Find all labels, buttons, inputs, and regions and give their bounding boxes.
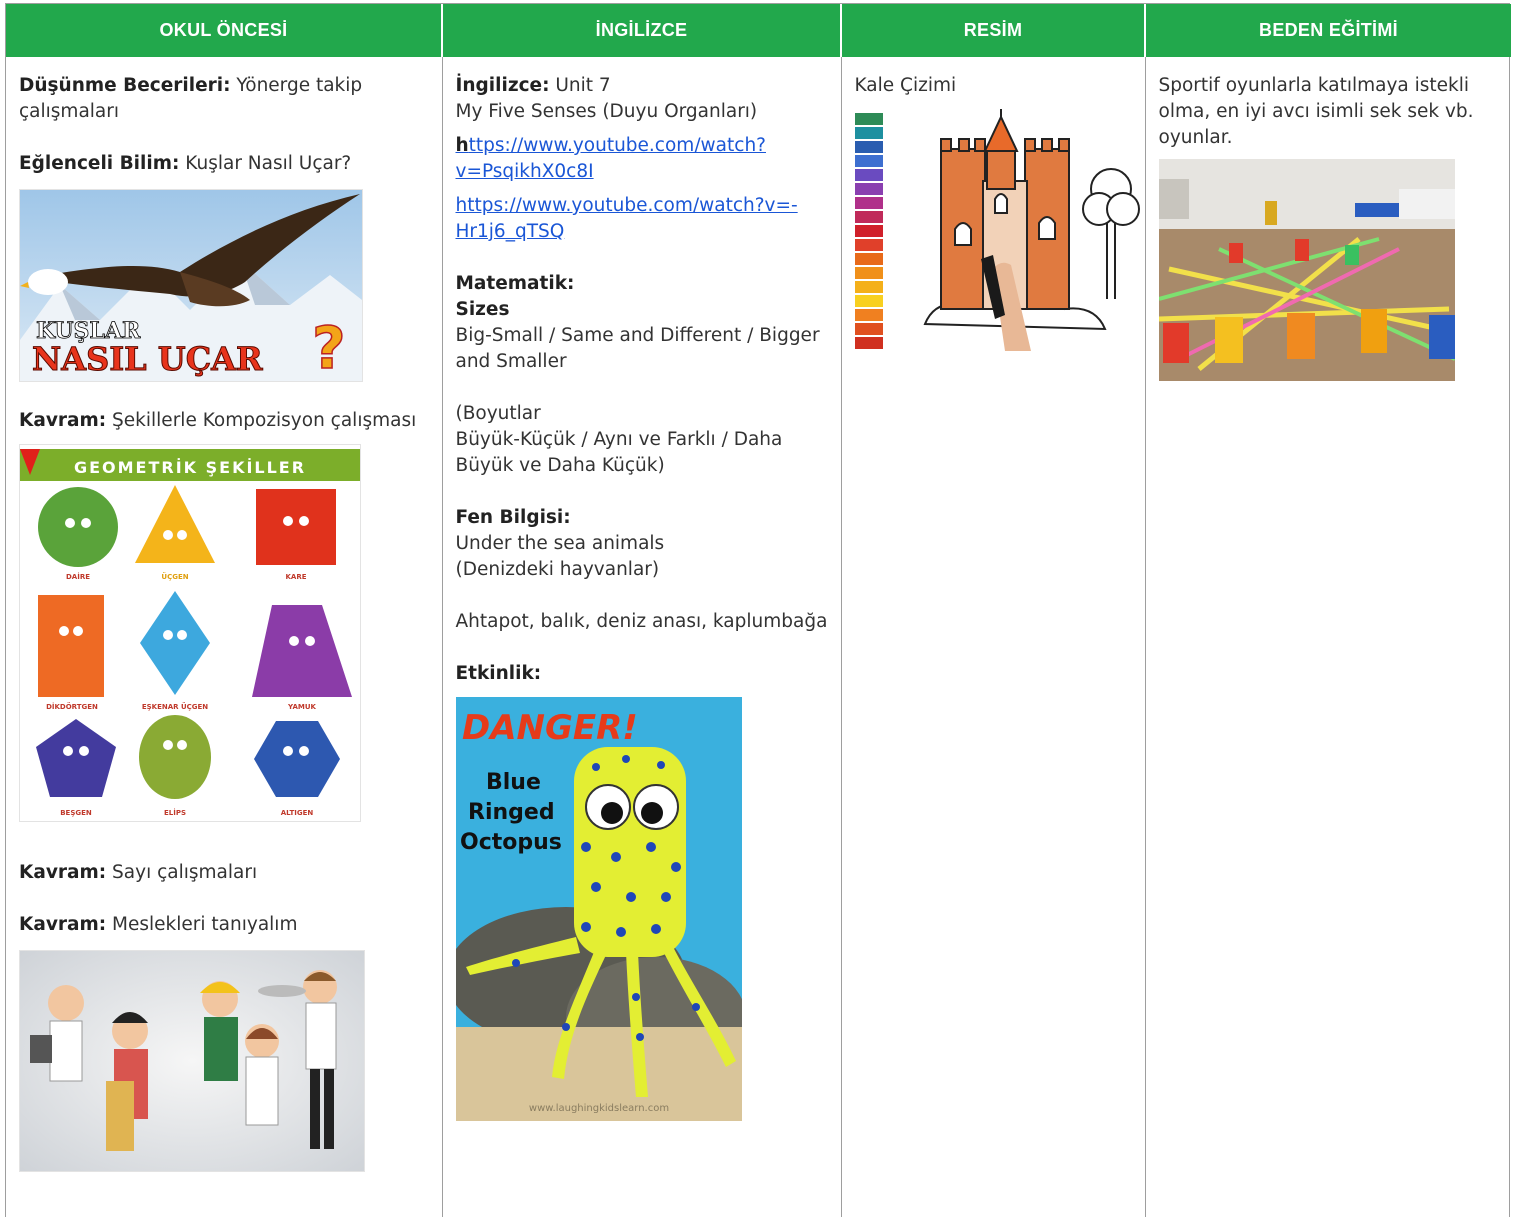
dusunme-label: Düşünme Becerileri: bbox=[19, 75, 231, 96]
bilim-label: Eğlenceli Bilim: bbox=[19, 153, 180, 174]
kavram2-paragraph: Kavram: Sayı çalışmaları bbox=[19, 860, 429, 886]
octopus-url: www.laughingkidslearn.com bbox=[528, 1103, 668, 1114]
kavram1-label: Kavram: bbox=[19, 410, 107, 431]
header-beden-egitimi: BEDEN EĞİTİMİ bbox=[1145, 4, 1511, 57]
matematik-label-text: Matematik: bbox=[455, 273, 575, 294]
geometric-shapes-image: GEOMETRİK ŞEKİLLER DAİRE ÜÇGEN KARE DİKD… bbox=[19, 444, 361, 822]
header-ingilizce: İNGİLİZCE bbox=[442, 4, 842, 57]
etkinlik-label-text: Etkinlik: bbox=[455, 663, 542, 684]
shape-label-5: EŞKENAR ÜÇGEN bbox=[142, 702, 208, 711]
sizes-label: Sizes bbox=[456, 297, 828, 323]
youtube-link-1-first: h bbox=[455, 135, 469, 156]
eagle-image: KUŞLAR NASIL UÇAR ? bbox=[19, 189, 363, 382]
senses-text: My Five Senses (Duyu Organları) bbox=[455, 101, 758, 122]
octopus-l1: Blue bbox=[486, 770, 541, 795]
beden-text: Sportif oyunlarla katılmaya istekli olma… bbox=[1158, 75, 1474, 148]
beden-egitimi-cell: Sportif oyunlarla katılmaya istekli olma… bbox=[1145, 57, 1511, 1217]
fen-label-text: Fen Bilgisi: bbox=[455, 507, 571, 528]
eagle-question-mark: ? bbox=[312, 314, 346, 381]
bilim-text: Kuşlar Nasıl Uçar? bbox=[179, 153, 352, 174]
header-resim: RESİM bbox=[841, 4, 1146, 57]
octopus-danger: DANGER! bbox=[462, 708, 638, 748]
ingilizce-cell: İngilizce: Unit 7 My Five Senses (Duyu O… bbox=[442, 57, 842, 1217]
kale-cizimi-text: Kale Çizimi bbox=[854, 75, 957, 96]
etkinlik-label: Etkinlik: bbox=[456, 661, 828, 687]
plan-table: OKUL ÖNCESİ İNGİLİZCE RESİM BEDEN EĞİTİM… bbox=[6, 4, 1511, 1217]
shape-label-3: KARE bbox=[285, 573, 306, 581]
shape-label-6: YAMUK bbox=[287, 703, 316, 711]
gym-games-image bbox=[1158, 159, 1455, 381]
sizes-label-text: Sizes bbox=[455, 299, 510, 320]
dusunme-paragraph: Düşünme Becerileri: Yönerge takip çalışm… bbox=[19, 73, 429, 125]
shapes-title: GEOMETRİK ŞEKİLLER bbox=[74, 458, 306, 477]
animals-text: Ahtapot, balık, deniz anası, kaplumbağa bbox=[455, 611, 828, 632]
boyut-line-1: (Boyutlar bbox=[455, 403, 541, 424]
youtube-link-2[interactable]: https://www.youtube.com/watch?v=-Hr1j6_q… bbox=[456, 193, 828, 245]
bilim-paragraph: Eğlenceli Bilim: Kuşlar Nasıl Uçar? bbox=[19, 151, 429, 177]
fen-line-1: Under the sea animals bbox=[455, 533, 665, 554]
kavram3-text: Meslekleri tanıyalım bbox=[106, 914, 298, 935]
header-row: OKUL ÖNCESİ İNGİLİZCE RESİM BEDEN EĞİTİM… bbox=[6, 4, 1511, 57]
header-okul-oncesi: OKUL ÖNCESİ bbox=[6, 4, 443, 57]
youtube-link-1[interactable]: https://www.youtube.com/watch?v=PsqikhX0… bbox=[456, 133, 828, 185]
shape-label-8: ELİPS bbox=[164, 808, 186, 817]
professions-image bbox=[19, 950, 365, 1172]
shape-label-7: BEŞGEN bbox=[60, 809, 92, 817]
kavram1-paragraph: Kavram: Şekillerle Kompozisyon çalışması bbox=[19, 408, 429, 434]
shape-label-4: DİKDÖRTGEN bbox=[46, 702, 98, 711]
unit-label: İngilizce: bbox=[455, 75, 550, 96]
shape-label-1: DAİRE bbox=[66, 572, 90, 581]
kavram1-text: Şekillerle Kompozisyon çalışması bbox=[106, 410, 417, 431]
boyut-line-2: Büyük-Küçük / Aynı ve Farklı / Daha Büyü… bbox=[455, 429, 783, 476]
unit-text: Unit 7 bbox=[549, 75, 611, 96]
sizes-text: Big-Small / Same and Different / Bigger … bbox=[455, 325, 820, 372]
youtube-link-1-rest: ttps://www.youtube.com/watch?v=PsqikhX0c… bbox=[455, 135, 767, 182]
matematik-label: Matematik: bbox=[456, 271, 828, 297]
resim-cell: Kale Çizimi bbox=[841, 57, 1146, 1217]
kavram3-label: Kavram: bbox=[19, 914, 107, 935]
unit-paragraph: İngilizce: Unit 7 bbox=[456, 73, 828, 99]
kavram2-label: Kavram: bbox=[19, 862, 107, 883]
okul-oncesi-cell: Düşünme Becerileri: Yönerge takip çalışm… bbox=[6, 57, 443, 1217]
octopus-image: DANGER! Blue Ringed Octopus www.laughing… bbox=[455, 697, 742, 1121]
octopus-l2: Ringed bbox=[468, 800, 555, 825]
shape-label-2: ÜÇGEN bbox=[161, 572, 188, 581]
fen-label: Fen Bilgisi: bbox=[456, 505, 828, 531]
shape-label-9: ALTIGEN bbox=[281, 809, 314, 817]
eagle-text-line2: NASIL UÇAR bbox=[32, 340, 263, 378]
octopus-l3: Octopus bbox=[460, 830, 562, 855]
kavram3-paragraph: Kavram: Meslekleri tanıyalım bbox=[19, 912, 429, 938]
fen-line-2: (Denizdeki hayvanlar) bbox=[455, 559, 660, 580]
weekly-plan-sheet: OKUL ÖNCESİ İNGİLİZCE RESİM BEDEN EĞİTİM… bbox=[5, 3, 1511, 1217]
castle-drawing-image bbox=[854, 109, 1141, 351]
kavram2-text: Sayı çalışmaları bbox=[106, 862, 258, 883]
